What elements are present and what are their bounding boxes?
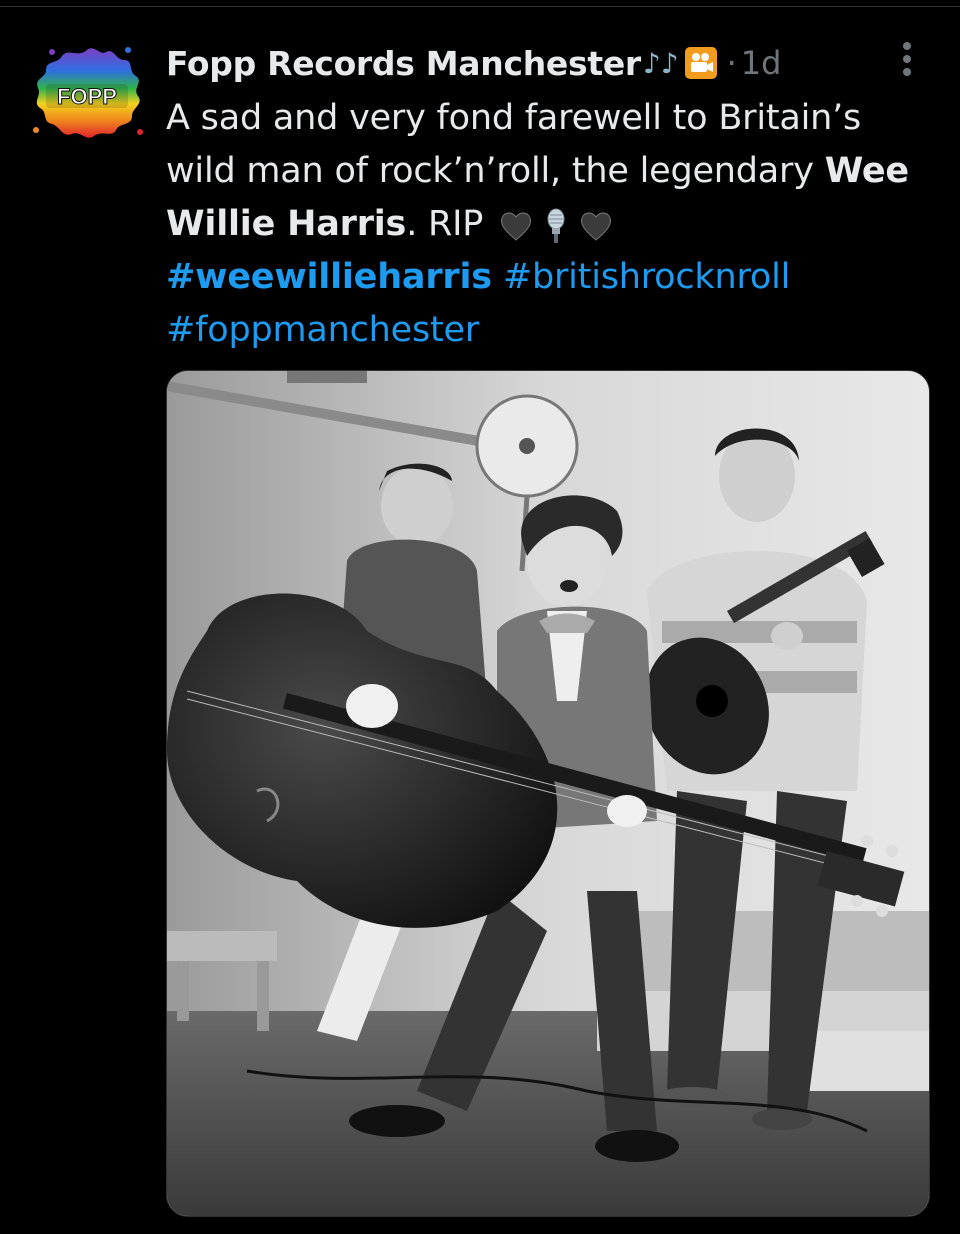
- hashtag-britishrocknroll[interactable]: #britishrocknroll: [503, 257, 791, 297]
- author-name[interactable]: Fopp Records Manchester: [166, 44, 641, 83]
- post-text-line-2-plain: wild man of rock’n’roll, the legendary: [166, 151, 825, 191]
- post-header: Fopp Records Manchester ♪♪ · 1d: [166, 38, 781, 88]
- microphone-icon: [538, 207, 574, 243]
- music-notes-emoji: ♪♪: [642, 46, 679, 80]
- post-media-photo[interactable]: [166, 370, 930, 1217]
- avatar[interactable]: FOPP: [28, 42, 146, 142]
- post-text-line-2-bold: Wee: [824, 151, 909, 191]
- hashtag-line-1: #weewillieharris #britishrocknroll: [166, 251, 946, 304]
- movie-camera-icon: [684, 47, 717, 79]
- fopp-logo-icon: FOPP: [33, 47, 143, 138]
- header-separator: ·: [726, 44, 737, 82]
- top-divider: [0, 6, 960, 7]
- post-text-line-3-plain: . RIP: [406, 204, 495, 244]
- post-text: A sad and very fond farewell to Britain’…: [166, 92, 946, 357]
- post-text-line-3: Willie Harris. RIP: [166, 198, 946, 251]
- avatar-logo-text: FOPP: [57, 84, 117, 109]
- hashtag-weewillieharris[interactable]: #weewillieharris: [166, 257, 492, 297]
- black-heart-icon: [578, 207, 614, 243]
- black-heart-icon: [498, 207, 534, 243]
- post-text-line-1: A sad and very fond farewell to Britain’…: [166, 98, 862, 138]
- hashtag-foppmanchester[interactable]: #foppmanchester: [166, 310, 479, 350]
- post-timestamp[interactable]: 1d: [741, 44, 782, 82]
- post-text-line-2: wild man of rock’n’roll, the legendary W…: [166, 145, 946, 198]
- more-options-icon[interactable]: [896, 40, 918, 80]
- hashtag-line-2: #foppmanchester: [166, 304, 946, 357]
- post-text-line-3-bold: Willie Harris: [166, 204, 407, 244]
- band-photo: [167, 371, 929, 1216]
